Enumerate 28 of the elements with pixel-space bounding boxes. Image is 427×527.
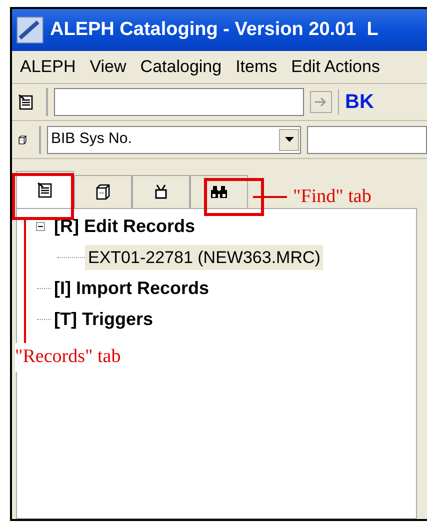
leader-line [253, 196, 287, 198]
menu-item[interactable]: View [90, 54, 126, 80]
tree-item[interactable]: [I] Import Records [51, 275, 212, 302]
record-field[interactable] [54, 88, 304, 116]
arrow-icon [315, 97, 327, 107]
document-icon [37, 182, 53, 198]
binoculars-icon [210, 185, 228, 199]
highlight-frame [204, 178, 264, 216]
book-icon [95, 184, 111, 200]
annotation-label: "Records" tab [15, 343, 121, 372]
tab[interactable] [132, 175, 190, 208]
highlight-frame [12, 173, 74, 220]
tab[interactable] [74, 175, 132, 208]
dropdown-arrow-icon [284, 137, 294, 142]
document-icon [18, 94, 34, 110]
window-title: ALEPH Cataloging - Version 20.01 L [50, 18, 378, 42]
app-logo-icon [16, 16, 44, 44]
menu-item[interactable]: Edit Actions [291, 54, 380, 80]
menu-item[interactable]: Items [236, 54, 278, 80]
annotation-label: "Find" tab [293, 185, 372, 209]
record-type-label: BK [345, 90, 374, 115]
collapse-toggle[interactable] [36, 222, 44, 231]
tree-item[interactable]: [T] Triggers [51, 306, 156, 333]
menu-item[interactable]: Cataloging [140, 54, 222, 80]
search-type-select[interactable]: BIB Sys No. [47, 126, 301, 154]
tree-item[interactable]: EXT01-22781 (NEW363.MRC) [85, 244, 324, 270]
menu-item[interactable]: ALEPH [20, 54, 76, 80]
search-field[interactable] [307, 126, 427, 154]
